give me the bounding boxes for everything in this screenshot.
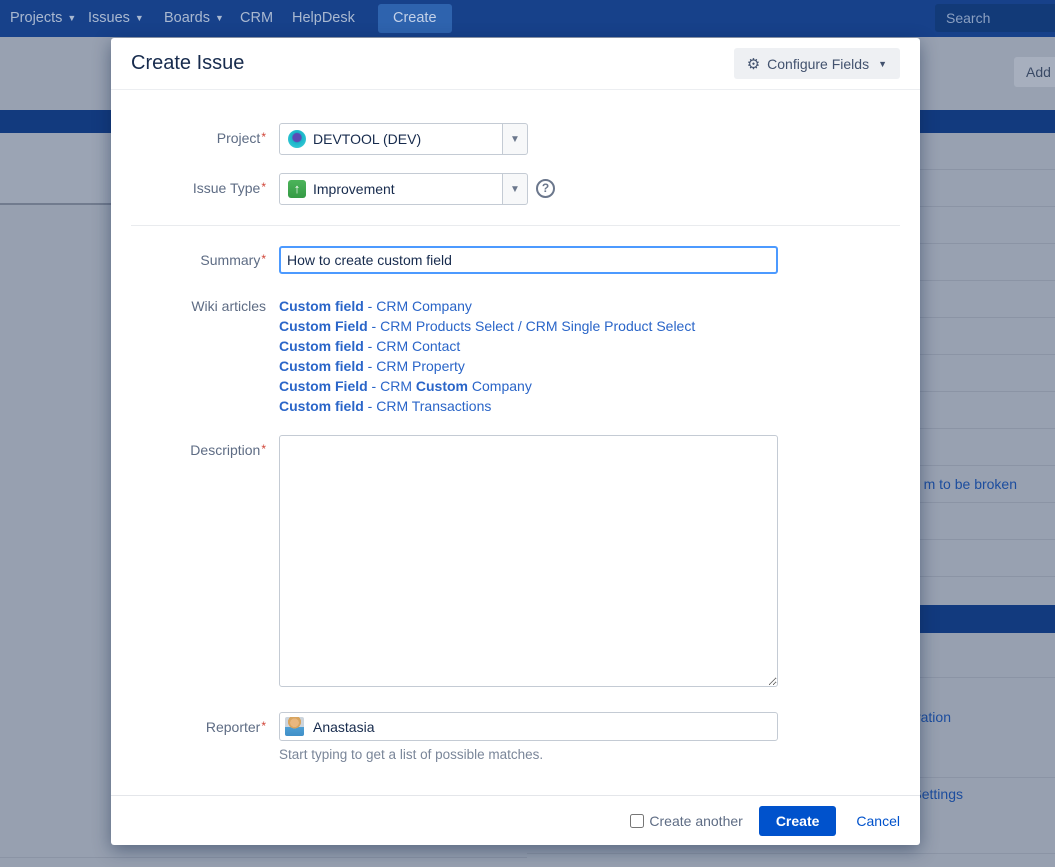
wiki-articles-list: Custom field - CRM CompanyCustom Field -… <box>279 296 695 416</box>
divider <box>0 857 527 858</box>
chevron-down-icon: ▼ <box>878 59 887 69</box>
nav-helpdesk[interactable]: HelpDesk <box>292 0 355 37</box>
summary-field-row: Summary <box>131 246 900 274</box>
divider <box>527 853 1055 854</box>
issue-type-dropdown-toggle[interactable]: ▼ <box>502 173 528 205</box>
summary-input[interactable] <box>279 246 778 274</box>
chevron-down-icon: ▼ <box>215 13 224 23</box>
reporter-field-row: Reporter Start typing to get a list of p… <box>131 712 900 762</box>
description-label: Description <box>131 435 266 458</box>
project-avatar-icon <box>288 130 306 148</box>
create-another-checkbox[interactable] <box>630 814 644 828</box>
add-gadget-button[interactable]: Add g <box>1014 57 1055 87</box>
issue-type-label: Issue Type <box>131 173 266 196</box>
wiki-article-link[interactable]: Custom field - CRM Contact <box>279 336 695 356</box>
nav-issues[interactable]: Issues▼ <box>88 0 144 37</box>
description-field-row: Description <box>131 435 900 687</box>
dialog-header: Create Issue ⚙ Configure Fields ▼ <box>111 38 920 90</box>
project-select[interactable]: DEVTOOL (DEV) ▼ <box>279 123 528 155</box>
cancel-link[interactable]: Cancel <box>856 813 900 829</box>
create-issue-dialog: Create Issue ⚙ Configure Fields ▼ Projec… <box>111 38 920 845</box>
nav-create-button[interactable]: Create <box>378 4 452 33</box>
chevron-down-icon: ▼ <box>135 13 144 23</box>
wiki-articles-label: Wiki articles <box>131 296 266 314</box>
project-dropdown-toggle[interactable]: ▼ <box>502 123 528 155</box>
wiki-article-link[interactable]: Custom field - CRM Company <box>279 296 695 316</box>
project-select-value: DEVTOOL (DEV) <box>313 131 421 147</box>
issue-type-field-row: Issue Type ↑ Improvement ▼ ? <box>131 173 900 205</box>
wiki-article-link[interactable]: Custom Field - CRM Products Select / CRM… <box>279 316 695 336</box>
nav-crm[interactable]: CRM <box>240 0 273 37</box>
project-label: Project <box>131 123 266 146</box>
wiki-articles-row: Wiki articles Custom field - CRM Company… <box>131 296 900 416</box>
improvement-icon: ↑ <box>288 180 306 198</box>
create-button[interactable]: Create <box>759 806 837 836</box>
reporter-avatar <box>285 717 304 736</box>
create-another-label: Create another <box>649 813 742 829</box>
top-navigation: Projects▼ Issues▼ Boards▼ CRM HelpDesk C… <box>0 0 1055 37</box>
description-textarea[interactable] <box>279 435 778 687</box>
configure-fields-button[interactable]: ⚙ Configure Fields ▼ <box>734 48 900 79</box>
reporter-input[interactable] <box>311 718 772 736</box>
background-configuration-link[interactable]: ration <box>916 709 951 725</box>
dialog-footer: Create another Create Cancel <box>111 795 920 845</box>
wiki-article-link[interactable]: Custom field - CRM Property <box>279 356 695 376</box>
wiki-article-link[interactable]: Custom field - CRM Transactions <box>279 396 695 416</box>
reporter-hint: Start typing to get a list of possible m… <box>279 747 778 762</box>
help-icon[interactable]: ? <box>536 179 555 198</box>
search-input[interactable] <box>935 4 1055 32</box>
section-divider <box>131 225 900 226</box>
dialog-body: Project DEVTOOL (DEV) ▼ Issue Type ↑ Imp… <box>111 90 920 795</box>
wiki-article-link[interactable]: Custom Field - CRM Custom Company <box>279 376 695 396</box>
reporter-field[interactable] <box>279 712 778 741</box>
project-field-row: Project DEVTOOL (DEV) ▼ <box>131 123 900 155</box>
issue-type-select[interactable]: ↑ Improvement ▼ <box>279 173 528 205</box>
nav-projects[interactable]: Projects▼ <box>10 0 76 37</box>
dialog-title: Create Issue <box>131 52 244 75</box>
reporter-label: Reporter <box>131 712 266 735</box>
gear-icon: ⚙ <box>747 55 760 73</box>
summary-label: Summary <box>131 246 266 268</box>
nav-boards[interactable]: Boards▼ <box>164 0 224 37</box>
issue-type-select-value: Improvement <box>313 181 395 197</box>
background-issue-link[interactable]: m to be broken <box>924 476 1017 492</box>
chevron-down-icon: ▼ <box>67 13 76 23</box>
